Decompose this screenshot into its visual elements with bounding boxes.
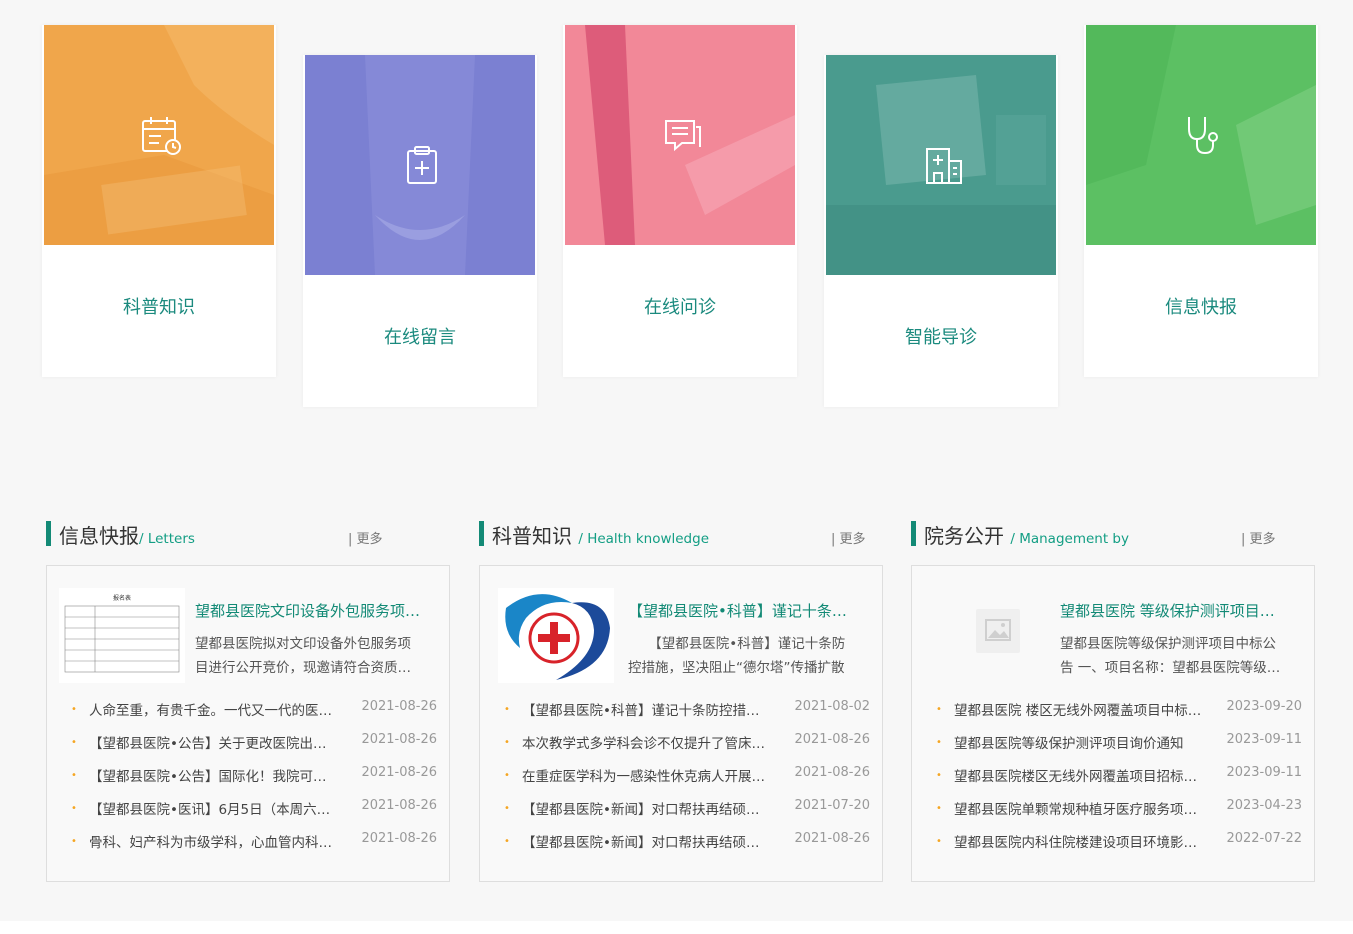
featured-thumbnail[interactable] (924, 588, 1050, 683)
column-panel: 望都县医院 等级保护测评项目中标公告 望都县医院等级保护测评项目中标公告 一、项… (911, 565, 1315, 882)
list-item[interactable]: • 望都县医院内科住院楼建设项目环境影响评价 2022-07-22 (912, 831, 1314, 864)
column-panel: 报名表 望都县医院文印设备外包服务项目竞价公告 望都县医院拟对文印设备外包服务项… (46, 565, 450, 882)
more-link[interactable]: | 更多 (348, 528, 383, 547)
list-item[interactable]: •【望都县医院•科普】谨记十条防控措施，坚决2021-08-02 (480, 699, 882, 732)
service-card-label: 在线问诊 (644, 297, 716, 318)
calendar-clock-icon (142, 117, 181, 155)
news-column-health-knowledge: 科普知识 / Health knowledge | 更多 【望都县医院•科普】谨… (479, 520, 883, 882)
list-item[interactable]: • 骨科、妇产科为市级学科，心血管内科为重点 2021-08-26 (47, 831, 449, 864)
card-photo (44, 25, 274, 245)
card-photo (305, 55, 535, 275)
bullet-icon: • (936, 737, 942, 748)
service-card-news-flash[interactable]: 信息快报 (1084, 25, 1318, 377)
image-placeholder-icon (976, 609, 1020, 653)
bullet-icon: • (936, 704, 942, 715)
service-card-label: 在线留言 (384, 327, 456, 348)
stethoscope-icon (1188, 117, 1218, 155)
card-photo (1086, 25, 1316, 245)
news-list: •【望都县医院•科普】谨记十条防控措施，坚决2021-08-02 •本次教学式多… (480, 699, 882, 864)
list-item[interactable]: •【望都县医院•公告】关于更改医院出入口的通知2021-08-26 (47, 732, 449, 765)
list-item[interactable]: • 望都县医院楼区无线外网覆盖项目招标公告 2023-09-11 (912, 765, 1314, 798)
chat-bubbles-icon (665, 120, 701, 152)
bullet-icon: • (71, 836, 77, 847)
column-title: 科普知识 / Health knowledge (492, 524, 709, 548)
list-item[interactable]: • 本次教学式多学科会诊不仅提升了管床医生的 2021-08-26 (480, 732, 882, 765)
column-title: 院务公开 / Management by (924, 524, 1129, 548)
list-item[interactable]: •【望都县医院•医讯】6月5日（本周六）专家坐诊2021-08-26 (47, 798, 449, 831)
service-card-online-message[interactable]: 在线留言 (303, 55, 537, 407)
column-header: 科普知识 / Health knowledge | 更多 (479, 520, 883, 548)
bullet-icon: • (936, 770, 942, 781)
column-title-en: / Management by (1010, 531, 1129, 547)
service-card-popular-science[interactable]: 科普知识 (42, 25, 276, 377)
featured-thumbnail[interactable]: 报名表 (59, 588, 185, 683)
hospital-building-icon (926, 148, 962, 184)
featured-title[interactable]: 望都县医院文印设备外包服务项目竞价公告 (195, 600, 423, 621)
clipboard-plus-icon (407, 146, 437, 184)
bullet-icon: • (936, 836, 942, 847)
featured-thumbnail[interactable] (498, 588, 614, 683)
column-title-en: / Health knowledge (578, 531, 709, 547)
featured-description: 【望都县医院•科普】谨记十条防 控措施，坚决阻止“德尔塔”传播扩散 (628, 636, 846, 676)
more-link[interactable]: | 更多 (831, 528, 866, 547)
list-item[interactable]: •【望都县医院•新闻】对口帮扶再结硕果，我院2021-08-26 (480, 831, 882, 864)
bullet-icon: • (71, 803, 77, 814)
header-accent-bar (46, 521, 51, 546)
column-header: 信息快报/ Letters | 更多 (46, 520, 450, 548)
list-item[interactable]: • 在重症医学科为一感染性休克病人开展治疗 2021-08-26 (480, 765, 882, 798)
thumb-caption: 报名表 (113, 594, 131, 602)
service-card-label: 智能导诊 (905, 327, 977, 348)
news-list: • 望都县医院 楼区无线外网覆盖项目中标公告 2023-09-20 • 望都县医院等级… (912, 699, 1314, 864)
bullet-icon: • (71, 770, 77, 781)
bullet-icon: • (936, 803, 942, 814)
featured-description: 望都县医院等级保护测评项目中标公告 一、项目名称：望都县医院等级保护测评项目 (1060, 636, 1288, 676)
featured-title[interactable]: 【望都县医院•科普】谨记十条防控措施 (628, 600, 856, 621)
news-column-letters: 信息快报/ Letters | 更多 报名表 望都县医院文印设备外包服务项目竞价… (46, 520, 450, 882)
bullet-icon: • (71, 737, 77, 748)
service-card-label: 科普知识 (123, 297, 195, 318)
service-card-label: 信息快报 (1165, 297, 1237, 318)
news-list: •人命至重，有贵千金。一代又一代的医务工作者2021-08-26 •【望都县医院… (47, 699, 449, 864)
bullet-icon: • (71, 704, 77, 715)
bullet-icon: • (504, 737, 510, 748)
featured-description: 望都县医院拟对文印设备外包服务项目进行公开竞价，现邀请符合资质的供应商参加 (195, 636, 423, 676)
more-link[interactable]: | 更多 (1241, 528, 1276, 547)
service-card-smart-guide[interactable]: 智能导诊 (824, 55, 1058, 407)
column-panel: 【望都县医院•科普】谨记十条防控措施 【望都县医院•科普】谨记十条防控措施，坚决… (479, 565, 883, 882)
service-card-online-consultation[interactable]: 在线问诊 (563, 25, 797, 377)
list-item[interactable]: • 望都县医院等级保护测评项目询价通知 2023-09-11 (912, 732, 1314, 765)
list-item[interactable]: •人命至重，有贵千金。一代又一代的医务工作者2021-08-26 (47, 699, 449, 732)
column-title: 信息快报/ Letters (59, 524, 195, 548)
bullet-icon: • (504, 770, 510, 781)
form-document-image: 报名表 (59, 588, 185, 683)
news-column-management: 院务公开 / Management by | 更多 望都县医院 等级保护测评项目… (911, 520, 1315, 882)
list-item[interactable]: •【望都县医院•新闻】对口帮扶再结硕果，我院2021-07-20 (480, 798, 882, 831)
column-title-en: / Letters (139, 531, 195, 547)
hospital-logo-icon (498, 588, 614, 683)
bullet-icon: • (504, 803, 510, 814)
featured-title[interactable]: 望都县医院 等级保护测评项目中标公告 (1060, 600, 1288, 621)
list-item[interactable]: •【望都县医院•公告】国际化！我院可以为外籍2021-08-26 (47, 765, 449, 798)
card-photo (565, 25, 795, 245)
list-item[interactable]: • 望都县医院单颗常规种植牙医疗服务项目公示 2023-04-23 (912, 798, 1314, 831)
card-photo (826, 55, 1056, 275)
header-accent-bar (911, 521, 916, 546)
list-item[interactable]: • 望都县医院 楼区无线外网覆盖项目中标公告 2023-09-20 (912, 699, 1314, 732)
bullet-icon: • (504, 704, 510, 715)
footer-strip (0, 921, 1353, 934)
bullet-icon: • (504, 836, 510, 847)
column-header: 院务公开 / Management by | 更多 (911, 520, 1315, 548)
header-accent-bar (479, 521, 484, 546)
